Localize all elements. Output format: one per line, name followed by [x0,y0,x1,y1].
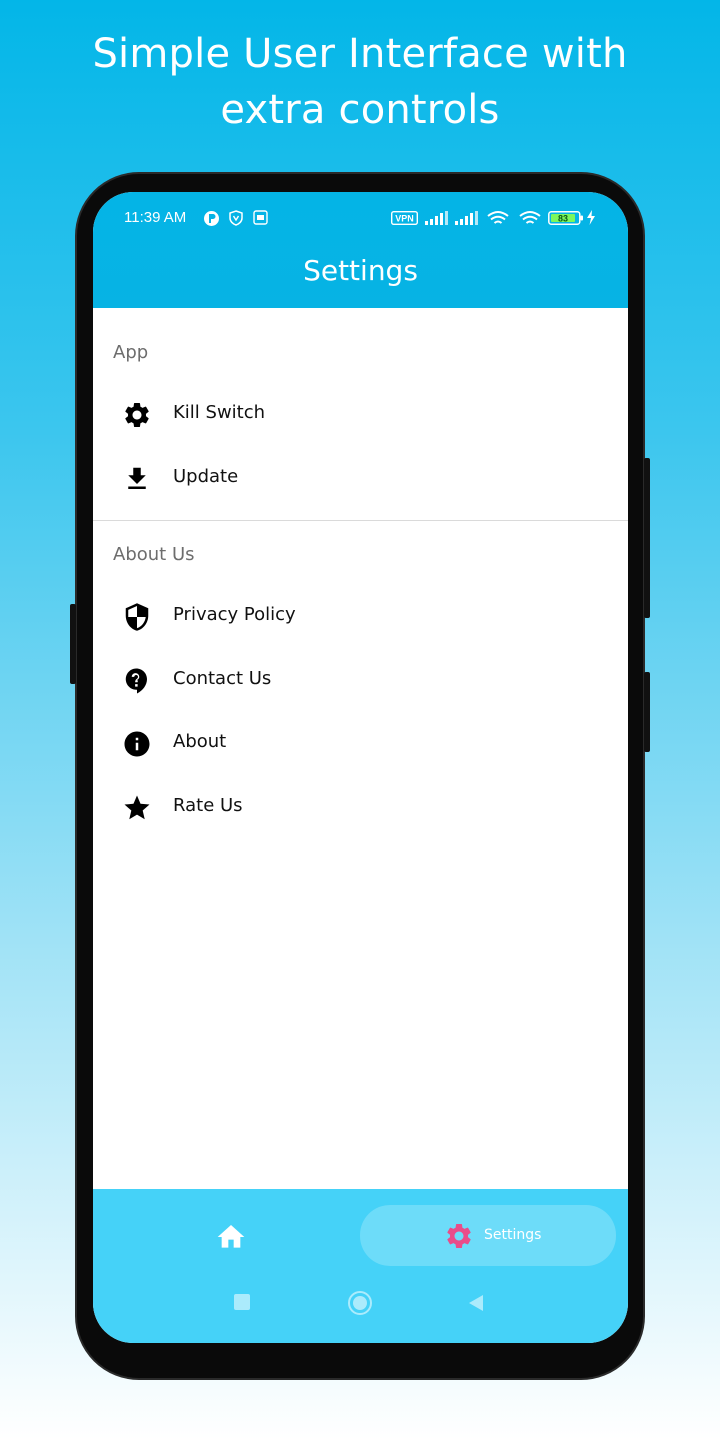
wifi-1-icon [487,211,509,224]
promo-line-1: Simple User Interface with [92,31,628,77]
nav-settings-label: Settings [484,1227,542,1243]
home-icon [217,1225,245,1248]
settings-item-rate-us[interactable]: Rate Us [93,779,628,835]
volume-button [70,604,76,684]
back-button[interactable] [467,1293,485,1313]
vpn-text: VPN [395,214,414,224]
signal-2-icon [455,211,478,225]
section-header-about-us: About Us [113,544,195,565]
nav-settings-tab[interactable]: Settings [360,1205,616,1266]
settings-item-about[interactable]: About [93,715,628,771]
signal-1-icon [425,211,448,225]
charging-icon [587,210,595,225]
power-button [644,458,650,618]
settings-item-label: Contact Us [173,668,272,689]
settings-item-privacy-policy[interactable]: Privacy Policy [93,588,628,644]
section-header-app: App [113,342,149,363]
shield-notification-icon [229,210,243,226]
settings-item-label: Update [173,466,239,487]
bottom-navigation: Settings [93,1189,628,1343]
side-button [644,672,650,752]
settings-item-contact-us[interactable]: Contact Us [93,652,628,708]
section-divider [93,520,628,521]
status-time: 11:39 AM [124,209,187,226]
home-system-button[interactable] [347,1290,373,1316]
nav-home-tab[interactable] [203,1219,259,1259]
promo-headline: Simple User Interface with extra control… [0,26,720,138]
gear-icon [125,402,149,427]
shield-icon [125,603,149,631]
settings-item-label: About [173,731,227,752]
download-icon [128,467,146,489]
vpn-key-notification-icon [253,210,268,225]
battery-level: 83 [558,214,568,224]
page-title: Settings [303,254,418,287]
app-notification-icon [204,211,219,226]
wifi-2-icon [519,211,541,224]
settings-item-label: Privacy Policy [173,604,296,625]
settings-item-label: Kill Switch [173,402,266,423]
gear-icon [447,1224,471,1248]
help-icon [125,668,147,694]
status-bar: 11:39 AM VPN 83 [93,208,628,230]
settings-item-label: Rate Us [173,795,243,816]
app-bar: 11:39 AM VPN 83 Settings [93,192,628,308]
vpn-badge-icon: VPN [391,211,418,225]
battery-icon: 83 [548,211,583,225]
promo-line-2: extra controls [220,87,500,133]
recents-button[interactable] [233,1293,251,1311]
screen: 11:39 AM VPN 83 Settings App Kill Switch… [93,192,628,1343]
star-icon [124,795,150,820]
settings-item-update[interactable]: Update [93,450,628,506]
info-icon [124,731,150,757]
settings-item-kill-switch[interactable]: Kill Switch [93,386,628,442]
